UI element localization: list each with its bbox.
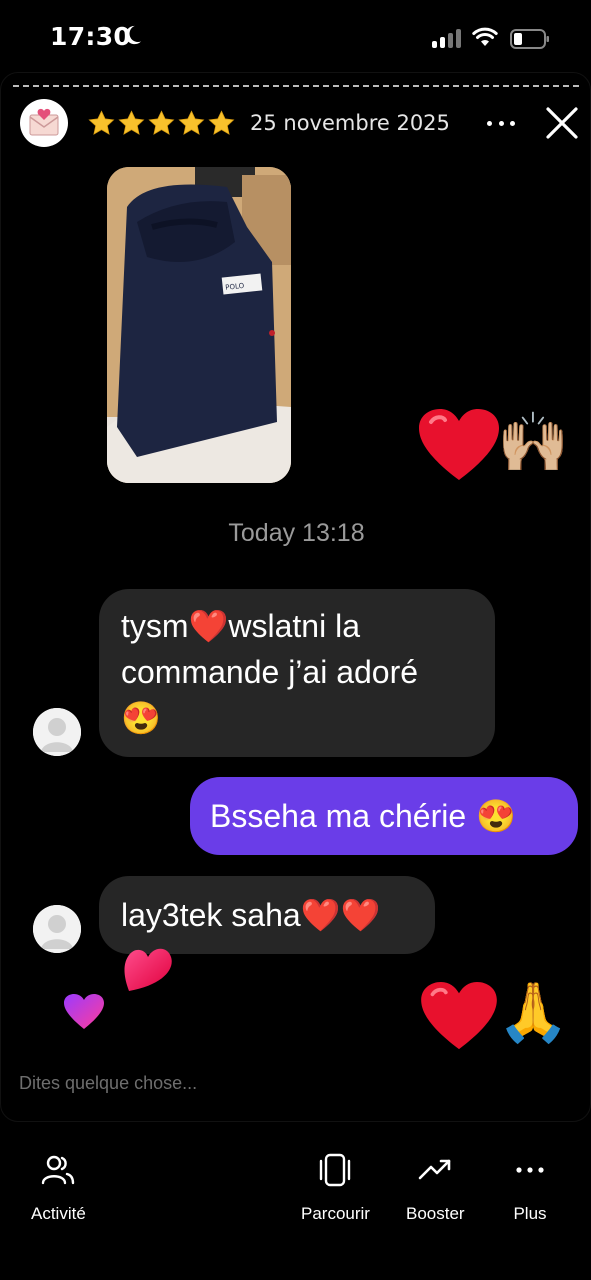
status-bar: 17:30 bbox=[0, 0, 591, 72]
message-line: commande j’ai adoré bbox=[121, 654, 419, 690]
story-header: 25 novembre 2025 bbox=[1, 99, 591, 149]
star-icon bbox=[208, 110, 235, 135]
more-options-button[interactable] bbox=[487, 109, 515, 137]
sender-avatar[interactable] bbox=[33, 905, 81, 953]
wifi-icon bbox=[472, 27, 498, 46]
phone-frame-icon bbox=[320, 1153, 351, 1187]
heart-reaction bbox=[421, 981, 497, 1050]
nav-plus[interactable]: Plus bbox=[512, 1152, 548, 1224]
person-icon bbox=[33, 905, 81, 953]
message-emoji: 😍 bbox=[476, 798, 516, 834]
nav-booster[interactable]: Booster bbox=[406, 1152, 465, 1224]
star-icon bbox=[118, 110, 145, 135]
star-icon bbox=[88, 110, 115, 135]
message-emoji: ❤️❤️ bbox=[300, 897, 381, 933]
nav-activite[interactable]: Activité bbox=[31, 1152, 86, 1224]
nav-label: Plus bbox=[513, 1204, 547, 1223]
raised-hands-reaction: 🙌🏼 bbox=[497, 408, 570, 476]
incoming-message[interactable]: tysm❤️wslatni la commande j’ai adoré 😍 bbox=[99, 589, 495, 757]
message-text: Bsseha ma chérie bbox=[210, 798, 467, 834]
floating-purple-heart bbox=[64, 994, 104, 1029]
people-icon bbox=[42, 1155, 75, 1185]
nav-label: Booster bbox=[406, 1204, 465, 1223]
praying-hands-reaction: 🙏 bbox=[497, 978, 570, 1046]
status-time: 17:30 bbox=[50, 22, 132, 51]
floating-pink-heart bbox=[124, 948, 172, 991]
star-icon bbox=[178, 110, 205, 135]
message-input[interactable]: Dites quelque chose... bbox=[19, 1073, 197, 1094]
chat-timestamp: Today 13:18 bbox=[228, 519, 365, 547]
nav-label: Activité bbox=[31, 1204, 86, 1223]
sender-avatar[interactable] bbox=[33, 708, 81, 756]
message-text: lay3tek saha bbox=[121, 897, 301, 933]
story-progress-bar bbox=[13, 85, 579, 87]
signal-icon bbox=[432, 28, 462, 48]
story-card: 25 novembre 2025 POLO 🙌🏼 Today 13:18 tys… bbox=[0, 72, 591, 1122]
story-date: 25 novembre 2025 bbox=[250, 111, 450, 135]
navy-hoodie-photo[interactable]: POLO bbox=[107, 167, 291, 483]
incoming-message[interactable]: lay3tek saha ❤️❤️ bbox=[99, 876, 435, 954]
hoodie-image: POLO bbox=[107, 167, 291, 483]
message-line: 😍 bbox=[121, 700, 161, 736]
message-line: tysm❤️wslatni la bbox=[121, 608, 360, 644]
trend-up-icon bbox=[418, 1159, 451, 1180]
close-icon[interactable] bbox=[545, 106, 579, 140]
more-dots-icon bbox=[516, 1167, 544, 1173]
nav-label: Parcourir bbox=[301, 1204, 370, 1223]
bottom-nav: Activité Parcourir Booster Plus bbox=[0, 1122, 591, 1280]
shop-avatar[interactable] bbox=[20, 99, 68, 147]
nav-parcourir[interactable]: Parcourir bbox=[301, 1152, 370, 1224]
star-icon bbox=[148, 110, 175, 135]
rating-stars bbox=[87, 109, 236, 138]
outgoing-message[interactable]: Bsseha ma chérie 😍 bbox=[190, 777, 578, 855]
love-letter-icon bbox=[29, 108, 59, 136]
heart-reaction bbox=[419, 409, 499, 480]
battery-icon bbox=[510, 29, 549, 49]
person-icon bbox=[33, 708, 81, 756]
moon-icon bbox=[125, 25, 142, 45]
